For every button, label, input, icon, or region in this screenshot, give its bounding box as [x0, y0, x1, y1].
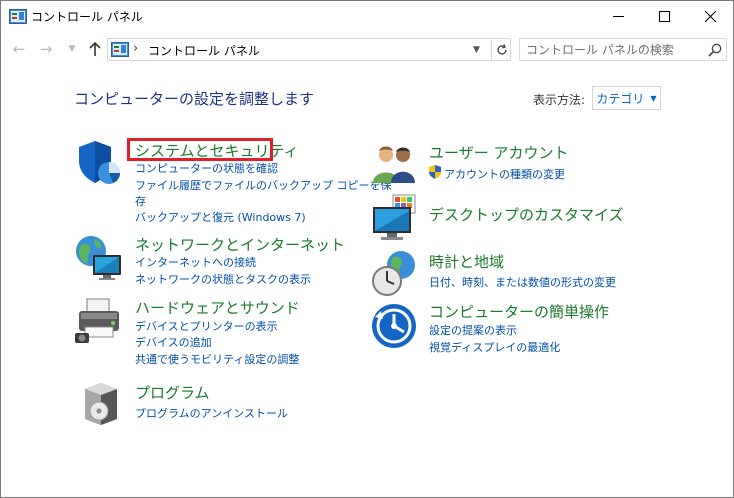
close-button[interactable]	[687, 1, 733, 32]
link-devices-printers[interactable]: デバイスとプリンターの表示	[135, 318, 278, 334]
arrow-left-icon: ←	[12, 40, 26, 58]
control-panel-window: コントロール パネル ← → ▼ › コントロール パネル ▼ コントロール パ…	[0, 0, 734, 498]
category-network[interactable]: ネットワークとインターネット	[135, 234, 345, 255]
link-uninstall-program[interactable]: プログラムのアンインストール	[135, 405, 288, 421]
link-mobility-settings[interactable]: 共通で使うモビリティ設定の調整	[135, 351, 299, 367]
link-get-recommendations[interactable]: 設定の提案の表示	[429, 322, 517, 338]
control-panel-icon	[111, 42, 129, 57]
arrow-right-icon: →	[39, 40, 53, 58]
link-connect-internet[interactable]: インターネットへの接続	[135, 254, 256, 270]
search-box[interactable]	[519, 38, 727, 61]
chevron-down-icon: ▼	[68, 44, 76, 54]
page-heading: コンピューターの設定を調整します	[74, 90, 315, 108]
link-file-history-cont[interactable]: 存	[135, 193, 146, 209]
close-icon	[704, 11, 716, 22]
title-bar[interactable]: コントロール パネル	[1, 1, 733, 32]
category-clock-region[interactable]: 時計と地域	[429, 251, 504, 272]
minimize-icon	[612, 16, 624, 17]
refresh-icon	[496, 44, 507, 55]
link-optimize-display[interactable]: 視覚ディスプレイの最適化	[429, 339, 560, 355]
programs-icon[interactable]	[79, 379, 123, 427]
link-backup-restore[interactable]: バックアップと復元 (Windows 7)	[135, 209, 306, 225]
address-dropdown-icon[interactable]: ▼	[473, 45, 480, 55]
link-change-account-type[interactable]: アカウントの種類の変更	[444, 166, 565, 182]
maximize-button[interactable]	[641, 1, 687, 32]
breadcrumb-separator-icon[interactable]: ›	[133, 41, 138, 56]
breadcrumb-control-panel[interactable]: コントロール パネル	[148, 42, 260, 59]
back-button[interactable]: ←	[9, 39, 29, 59]
link-network-status[interactable]: ネットワークの状態とタスクの表示	[135, 271, 311, 287]
ease-of-access-icon[interactable]	[371, 303, 417, 349]
control-panel-icon	[9, 9, 27, 24]
maximize-icon	[658, 11, 670, 22]
security-shield-icon[interactable]	[75, 139, 123, 187]
refresh-button[interactable]	[491, 40, 511, 60]
address-bar[interactable]: › コントロール パネル ▼	[107, 38, 511, 61]
clock-globe-icon[interactable]	[371, 249, 421, 299]
link-check-status[interactable]: コンピューターの状態を確認	[135, 160, 278, 176]
category-hardware-sound[interactable]: ハードウェアとサウンド	[135, 297, 300, 318]
view-by-value: カテゴリ	[596, 91, 645, 106]
search-icon[interactable]	[707, 42, 723, 58]
category-user-accounts[interactable]: ユーザー アカウント	[429, 142, 568, 163]
arrow-up-icon	[89, 42, 101, 56]
link-add-device[interactable]: デバイスの追加	[135, 334, 212, 350]
user-accounts-icon[interactable]	[371, 143, 419, 185]
uac-shield-icon	[429, 165, 441, 179]
category-ease-of-access[interactable]: コンピューターの簡単操作	[429, 301, 609, 322]
category-programs[interactable]: プログラム	[135, 382, 210, 403]
window-title: コントロール パネル	[31, 10, 143, 24]
minimize-button[interactable]	[595, 1, 641, 32]
search-input[interactable]	[526, 41, 701, 58]
printer-icon[interactable]	[73, 295, 125, 347]
link-date-time-format[interactable]: 日付、時刻、または数値の形式の変更	[429, 274, 616, 290]
desktop-customization-icon[interactable]	[371, 193, 421, 243]
category-desktop-customization[interactable]: デスクトップのカスタマイズ	[429, 204, 624, 225]
chevron-down-icon: ▼	[650, 93, 657, 103]
up-button[interactable]	[85, 39, 105, 59]
recent-locations-button[interactable]: ▼	[62, 39, 82, 59]
network-globe-icon[interactable]	[73, 233, 125, 283]
view-by-label: 表示方法:	[533, 93, 586, 107]
link-file-history[interactable]: ファイル履歴でファイルのバックアップ コピーを保	[135, 177, 392, 193]
view-by-dropdown[interactable]: カテゴリ ▼	[592, 86, 661, 110]
highlight-box	[127, 138, 273, 161]
forward-button[interactable]: →	[36, 39, 56, 59]
